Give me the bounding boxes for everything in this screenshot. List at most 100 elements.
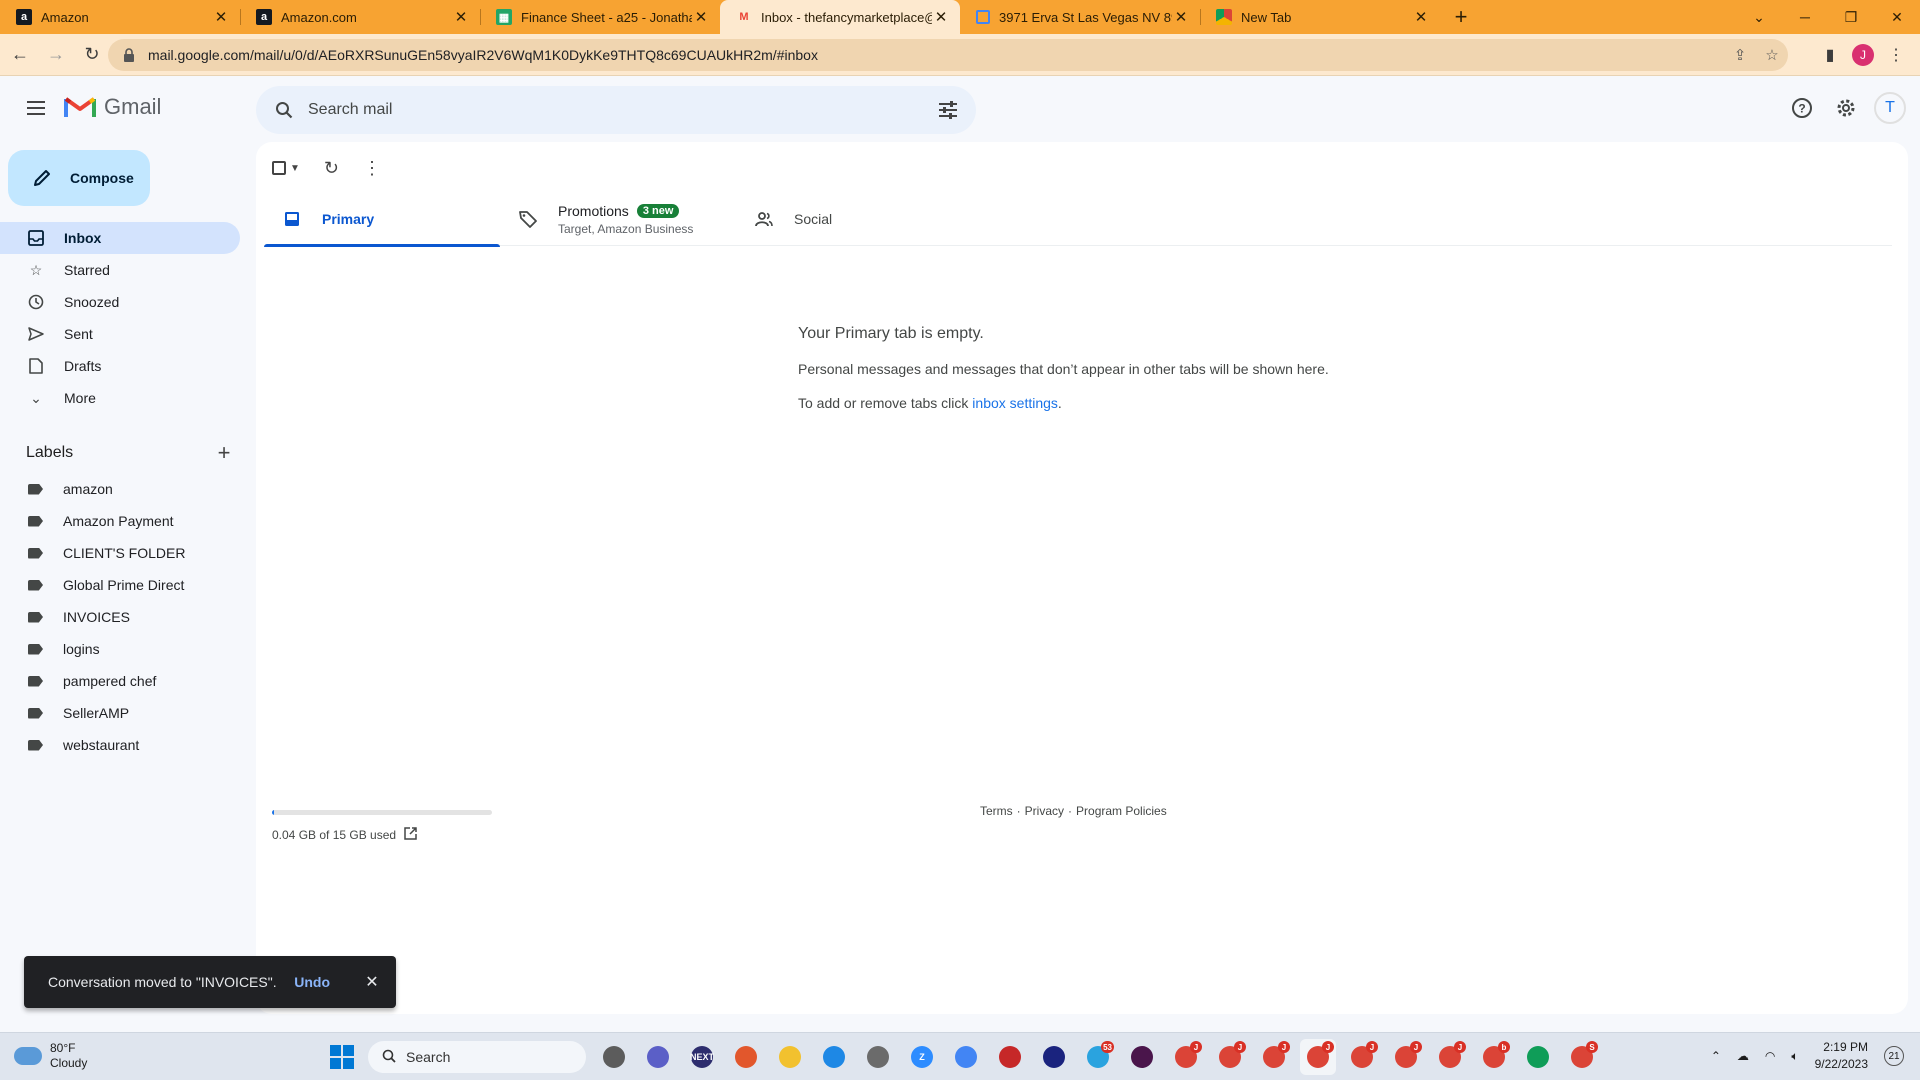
restore-button[interactable]: ❐ [1828,0,1874,34]
taskbar-app-chrome-8[interactable]: J [1432,1039,1468,1075]
address-bar[interactable]: mail.google.com/mail/u/0/d/AEoRXRSunuGEn… [108,39,1788,71]
close-icon[interactable]: ✕ [360,970,384,994]
search-icon[interactable] [272,98,296,122]
browser-tab[interactable]: New Tab ✕ [1200,0,1440,34]
help-icon[interactable]: ? [1786,92,1818,124]
terms-link[interactable]: Terms [980,804,1013,818]
notification-badge[interactable]: 21 [1884,1046,1904,1066]
sidebar-item-label: More [64,390,96,406]
label-item[interactable]: logins [0,633,240,665]
tab-social[interactable]: Social [736,192,972,246]
create-label-icon[interactable]: + [212,440,236,466]
label-item[interactable]: Global Prime Direct [0,569,240,601]
clock[interactable]: 2:19 PM 9/22/2023 [1815,1039,1868,1073]
taskbar-app-slack[interactable] [1124,1039,1160,1075]
undo-button[interactable]: Undo [294,974,330,990]
onedrive-cloud-icon[interactable]: ☁ [1737,1049,1749,1063]
label-item[interactable]: Amazon Payment [0,505,240,537]
taskbar-app-app-chart-2[interactable] [1036,1039,1072,1075]
reload-button[interactable]: ↻ [76,39,108,71]
browser-tab[interactable]: 3971 Erva St Las Vegas NV 89147✕ [960,0,1200,34]
taskbar-search[interactable]: Search [368,1041,586,1073]
label-item[interactable]: pampered chef [0,665,240,697]
close-tab-icon[interactable]: ✕ [452,8,470,26]
taskbar-app-zoom[interactable]: Z [904,1039,940,1075]
close-window-button[interactable]: ✕ [1874,0,1920,34]
taskbar-app-task-view[interactable] [596,1039,632,1075]
inbox-settings-link[interactable]: inbox settings [972,395,1058,411]
account-avatar[interactable]: T [1874,92,1906,124]
taskbar-app-next[interactable]: NEXT [684,1039,720,1075]
taskbar-app-app-chart[interactable] [992,1039,1028,1075]
taskbar-app-chrome-11[interactable]: S [1564,1039,1600,1075]
browser-tab[interactable]: M Inbox - thefancymarketplace@gm✕ [720,0,960,34]
search-input[interactable] [308,101,936,119]
program-policies-link[interactable]: Program Policies [1076,804,1167,818]
taskbar-app-chrome-7[interactable]: J [1388,1039,1424,1075]
new-tab-button[interactable]: + [1444,0,1478,34]
taskbar-app-chrome-4[interactable]: J [1256,1039,1292,1075]
sidebar-item-snoozed[interactable]: Snoozed [0,286,240,318]
select-all-checkbox[interactable] [272,152,286,184]
bookmark-star-icon[interactable]: ☆ [1756,39,1788,71]
taskbar-app-chrome-5[interactable]: J [1300,1039,1336,1075]
taskbar-app-calendar[interactable] [816,1039,852,1075]
compose-button[interactable]: Compose [8,150,150,206]
forward-button[interactable]: → [40,39,72,71]
taskbar-app-chrome-6[interactable]: J [1344,1039,1380,1075]
close-tab-icon[interactable]: ✕ [1412,8,1430,26]
browser-tab[interactable]: ▦ Finance Sheet - a25 - Jonathan F✕ [480,0,720,34]
sidebar-item-sent[interactable]: Sent [0,318,240,350]
wifi-icon[interactable]: ◠ [1765,1049,1775,1063]
tab-promotions[interactable]: Promotions 3 new Target, Amazon Business [500,192,736,246]
label-item[interactable]: INVOICES [0,601,240,633]
taskbar-app-telegram[interactable]: 53 [1080,1039,1116,1075]
main-menu-icon[interactable] [24,96,48,120]
taskbar-app-calculator[interactable] [860,1039,896,1075]
more-options-icon[interactable]: ⋮ [363,152,381,184]
privacy-link[interactable]: Privacy [1025,804,1064,818]
label-item[interactable]: CLIENT'S FOLDER [0,537,240,569]
minimize-button[interactable]: ─ [1782,0,1828,34]
label-item[interactable]: amazon [0,473,240,505]
profile-avatar[interactable]: J [1852,44,1874,66]
close-tab-icon[interactable]: ✕ [692,8,710,26]
side-panel-icon[interactable]: ▮ [1814,39,1846,71]
share-icon[interactable]: ⇪ [1724,39,1756,71]
label-item[interactable]: SellerAMP [0,697,240,729]
sidebar-item-starred[interactable]: ☆ Starred [0,254,240,286]
open-external-icon[interactable] [404,827,417,843]
browser-tab[interactable]: a Amazon ✕ [0,0,240,34]
url-text[interactable]: mail.google.com/mail/u/0/d/AEoRXRSunuGEn… [148,47,1724,63]
taskbar-app-file-explorer[interactable] [772,1039,808,1075]
select-dropdown-icon[interactable]: ▼ [290,152,300,184]
taskbar-app-chrome-3[interactable]: J [1212,1039,1248,1075]
chrome-menu-icon[interactable]: ⋮ [1880,39,1912,71]
sidebar-item-more[interactable]: ⌄ More [0,382,240,414]
chevron-up-icon[interactable]: ⌃ [1711,1049,1721,1063]
windows-start-icon[interactable] [330,1045,354,1069]
back-button[interactable]: ← [4,39,36,71]
search-options-icon[interactable] [936,98,960,122]
taskbar-app-chrome-2[interactable]: J [1168,1039,1204,1075]
taskbar-app-chrome-10[interactable] [1520,1039,1556,1075]
tab-search-icon[interactable]: ⌄ [1736,0,1782,34]
weather-widget[interactable]: 80°F Cloudy [14,1041,87,1071]
refresh-icon[interactable]: ↻ [324,152,339,184]
close-tab-icon[interactable]: ✕ [932,8,950,26]
lock-icon[interactable] [122,48,136,62]
sidebar-item-inbox[interactable]: Inbox [0,222,240,254]
browser-tab[interactable]: a Amazon.com ✕ [240,0,480,34]
taskbar-app-copilot[interactable] [728,1039,764,1075]
sidebar-item-drafts[interactable]: Drafts [0,350,240,382]
label-item[interactable]: webstaurant [0,729,240,761]
taskbar-app-teams[interactable] [640,1039,676,1075]
close-tab-icon[interactable]: ✕ [212,8,230,26]
taskbar-app-chrome-1[interactable] [948,1039,984,1075]
gmail-logo[interactable]: Gmail [64,94,161,120]
settings-gear-icon[interactable] [1830,92,1862,124]
taskbar-app-chrome-9[interactable]: b [1476,1039,1512,1075]
tab-primary[interactable]: Primary [264,192,500,247]
volume-icon[interactable]: 🔈︎ [1791,1049,1798,1064]
close-tab-icon[interactable]: ✕ [1172,8,1190,26]
